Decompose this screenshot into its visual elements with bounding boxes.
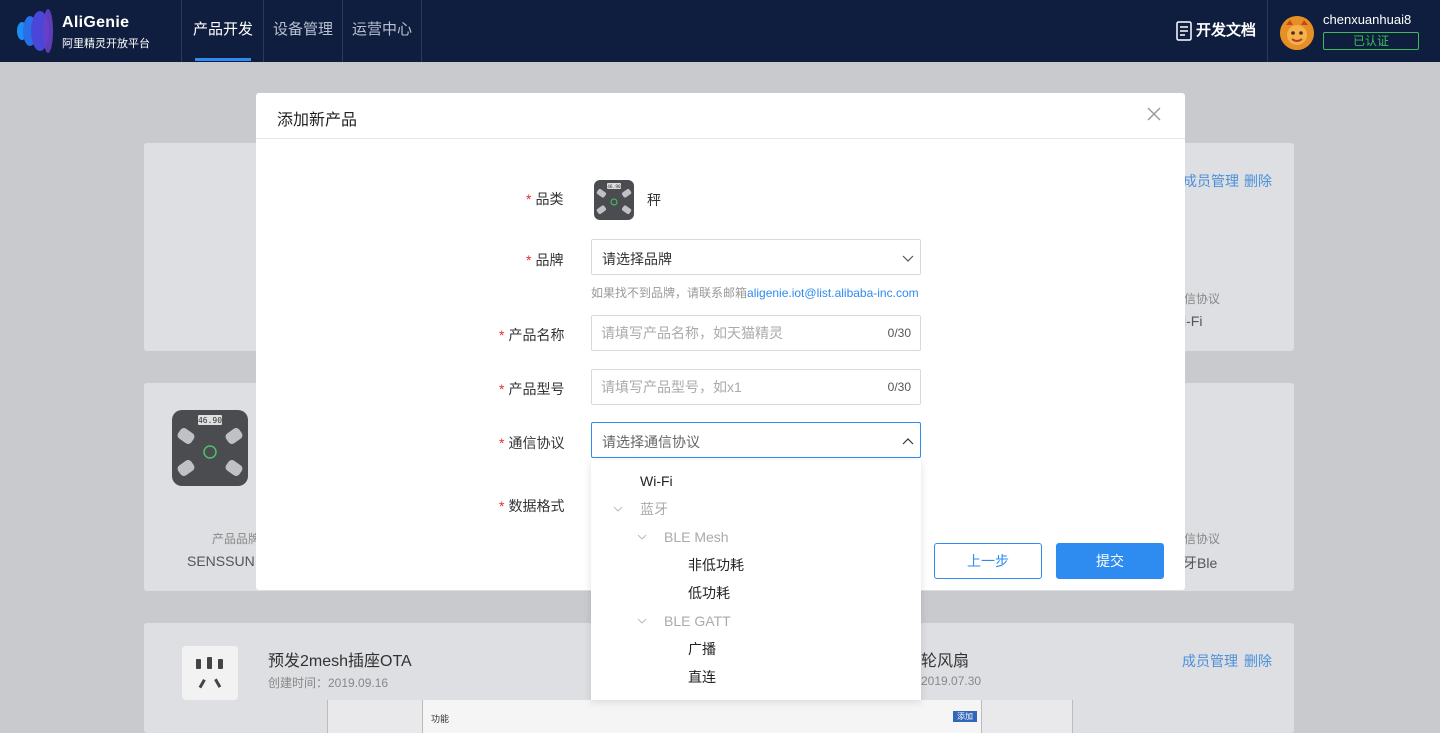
scale-product-image[interactable]: 46.90 bbox=[172, 410, 248, 486]
close-icon[interactable] bbox=[1145, 105, 1163, 123]
product-name-field[interactable]: 0/30 bbox=[591, 315, 921, 351]
function-label: 功能 bbox=[431, 714, 450, 724]
protocol-option-non-low-power[interactable]: 非低功耗 bbox=[688, 551, 744, 579]
brand-hint-text: 如果找不到品牌，请联系邮箱 bbox=[591, 286, 748, 300]
protocol-label-text: 通信协议 bbox=[508, 435, 565, 451]
product-model-char-count: 0/30 bbox=[887, 380, 911, 394]
brand-label: * 品牌 bbox=[526, 250, 563, 270]
avatar[interactable] bbox=[1280, 16, 1314, 50]
product-model-label: * 产品型号 bbox=[499, 379, 564, 399]
required-marker: * bbox=[499, 435, 505, 451]
protocol-select[interactable]: 请选择通信协议 bbox=[591, 422, 921, 458]
nav-divider bbox=[342, 0, 343, 62]
document-icon bbox=[1176, 21, 1192, 41]
product-name-label: * 产品名称 bbox=[499, 325, 564, 345]
tab-operations-center[interactable]: 运营中心 bbox=[347, 0, 417, 62]
chevron-down-icon[interactable] bbox=[636, 531, 648, 543]
protocol-label: 信协议 bbox=[1184, 532, 1221, 546]
prev-step-button[interactable]: 上一步 bbox=[934, 543, 1042, 579]
protocol-option-direct[interactable]: 直连 bbox=[688, 663, 716, 691]
svg-text:46.90: 46.90 bbox=[198, 416, 222, 425]
required-marker: * bbox=[499, 498, 505, 514]
protocol-option-broadcast[interactable]: 广播 bbox=[688, 635, 716, 663]
required-marker: * bbox=[526, 191, 532, 207]
username[interactable]: chenxuanhuai8 bbox=[1323, 12, 1411, 27]
chevron-down-icon[interactable] bbox=[612, 503, 624, 515]
protocol-option-wifi[interactable]: Wi-Fi bbox=[640, 467, 673, 495]
member-management-link[interactable]: 成员管理 bbox=[1182, 651, 1238, 671]
submit-button[interactable]: 提交 bbox=[1056, 543, 1164, 579]
protocol-value: i-Fi bbox=[1183, 313, 1203, 329]
member-management-link[interactable]: 成员管理 bbox=[1183, 171, 1239, 191]
tab-device-management[interactable]: 设备管理 bbox=[268, 0, 338, 62]
brand-subtitle: 阿里精灵开放平台 bbox=[62, 38, 150, 50]
plug-product-image[interactable] bbox=[182, 646, 238, 700]
category-label-text: 品类 bbox=[535, 191, 564, 207]
nav-divider bbox=[181, 0, 182, 62]
active-tab-indicator bbox=[195, 58, 251, 61]
brand-name: AliGenie bbox=[62, 14, 130, 31]
product-title[interactable]: 轮风扇 bbox=[921, 647, 969, 671]
modal-header: 添加新产品 bbox=[256, 93, 1185, 139]
brand-select-value: 请选择品牌 bbox=[602, 251, 672, 267]
brand-label-text: 品牌 bbox=[535, 252, 564, 268]
protocol-dropdown: Wi-Fi 蓝牙 BLE Mesh 非低功耗 低功耗 BLE GATT 广播 直… bbox=[591, 460, 921, 700]
protocol-label: 信协议 bbox=[1184, 292, 1221, 306]
nav-divider bbox=[1267, 0, 1268, 62]
product-created-time: 创建时间：2019.09.16 bbox=[268, 676, 389, 690]
protocol-group-ble-gatt[interactable]: BLE GATT bbox=[664, 607, 731, 635]
product-model-label-text: 产品型号 bbox=[508, 381, 565, 397]
product-brand-label: 产品品牌 bbox=[212, 532, 261, 546]
brand-select[interactable]: 请选择品牌 bbox=[591, 239, 921, 275]
chevron-down-icon bbox=[902, 255, 914, 262]
product-created-time: 2019.07.30 bbox=[921, 674, 982, 688]
product-name-char-count: 0/30 bbox=[887, 326, 911, 340]
power-socket-icon bbox=[196, 657, 223, 689]
verified-badge: 已认证 bbox=[1323, 32, 1419, 50]
product-brand-value: SENSSUN bbox=[187, 553, 255, 569]
user-avatar-icon bbox=[1280, 16, 1314, 50]
contact-email-link[interactable]: aligenie.iot@list.alibaba-inc.com bbox=[747, 286, 919, 300]
product-model-field[interactable]: 0/30 bbox=[591, 369, 921, 405]
aligenie-logo-icon[interactable] bbox=[14, 8, 58, 54]
product-title[interactable]: 预发2mesh插座OTA bbox=[268, 647, 412, 671]
dev-docs-label: 开发文档 bbox=[1196, 22, 1257, 39]
scale-icon: 46.90 bbox=[596, 183, 632, 214]
protocol-select-value: 请选择通信协议 bbox=[602, 434, 700, 450]
category-label: * 品类 bbox=[526, 189, 563, 209]
delete-link[interactable]: 删除 bbox=[1244, 651, 1272, 671]
nav-divider bbox=[421, 0, 422, 62]
modal-title: 添加新产品 bbox=[277, 112, 358, 129]
top-navbar: AliGenie 阿里精灵开放平台 产品开发 设备管理 运营中心 开发文档 ch… bbox=[0, 0, 1440, 62]
protocol-group-bluetooth[interactable]: 蓝牙 bbox=[640, 495, 668, 523]
protocol-option-low-power[interactable]: 低功耗 bbox=[688, 579, 730, 607]
protocol-value: 牙Ble bbox=[1183, 555, 1218, 571]
nav-divider bbox=[263, 0, 264, 62]
category-value: 秤 bbox=[647, 192, 661, 208]
function-panel: 功能 添加 bbox=[422, 700, 982, 733]
category-image: 46.90 bbox=[594, 180, 634, 220]
scale-icon: 46.90 bbox=[177, 415, 243, 476]
data-format-label-text: 数据格式 bbox=[508, 498, 565, 514]
add-tag[interactable]: 添加 bbox=[953, 711, 977, 722]
chevron-down-icon[interactable] bbox=[636, 615, 648, 627]
tab-product-dev[interactable]: 产品开发 bbox=[189, 0, 257, 62]
product-name-input[interactable] bbox=[592, 316, 852, 350]
function-preview-strip: 功能 添加 bbox=[327, 700, 1073, 733]
required-marker: * bbox=[526, 252, 532, 268]
delete-link[interactable]: 删除 bbox=[1244, 171, 1272, 191]
protocol-label: * 通信协议 bbox=[499, 433, 564, 453]
scale-display-reading: 46.90 bbox=[607, 184, 621, 190]
chevron-up-icon bbox=[902, 438, 914, 445]
required-marker: * bbox=[499, 381, 505, 397]
product-name-label-text: 产品名称 bbox=[508, 327, 565, 343]
protocol-group-ble-mesh[interactable]: BLE Mesh bbox=[664, 523, 729, 551]
product-model-input[interactable] bbox=[592, 370, 852, 404]
required-marker: * bbox=[499, 327, 505, 343]
brand-hint: 如果找不到品牌，请联系邮箱aligenie.iot@list.alibaba-i… bbox=[591, 284, 919, 301]
data-format-label: * 数据格式 bbox=[499, 496, 564, 516]
